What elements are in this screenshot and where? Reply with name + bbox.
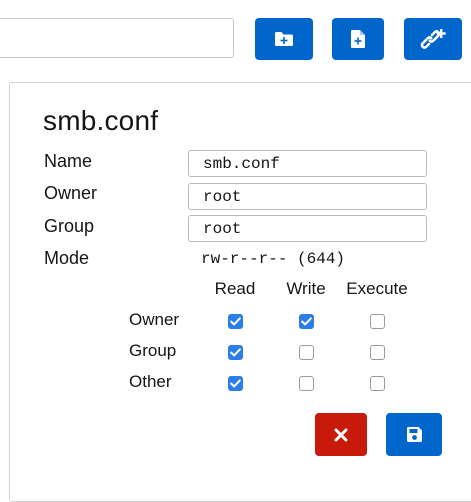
new-folder-button[interactable] bbox=[255, 18, 313, 60]
group-field[interactable] bbox=[188, 215, 427, 242]
other-write-checkbox[interactable] bbox=[298, 375, 314, 391]
check-icon bbox=[300, 316, 312, 325]
new-file-button[interactable] bbox=[332, 18, 384, 60]
row-label-group: Group bbox=[129, 341, 177, 360]
group-execute-checkbox[interactable] bbox=[369, 344, 385, 360]
mode-value: rw-r--r-- (644) bbox=[201, 250, 346, 268]
file-plus-icon bbox=[351, 30, 365, 48]
cancel-button[interactable] bbox=[315, 413, 367, 456]
check-icon bbox=[229, 316, 241, 325]
row-label-other: Other bbox=[129, 372, 172, 391]
save-button[interactable] bbox=[386, 413, 442, 456]
owner-execute-checkbox[interactable] bbox=[369, 313, 385, 329]
column-header-execute: Execute bbox=[346, 279, 408, 298]
owner-label: Owner bbox=[44, 183, 98, 203]
other-execute-checkbox[interactable] bbox=[369, 375, 385, 391]
row-label-owner: Owner bbox=[129, 310, 180, 329]
column-header-read: Read bbox=[214, 279, 256, 298]
check-icon bbox=[229, 347, 241, 356]
folder-plus-icon bbox=[275, 32, 293, 46]
owner-read-checkbox[interactable] bbox=[227, 313, 243, 329]
owner-field[interactable] bbox=[188, 183, 427, 210]
file-title: smb.conf bbox=[43, 105, 159, 136]
close-icon bbox=[334, 428, 348, 441]
name-label: Name bbox=[44, 151, 93, 171]
path-input[interactable] bbox=[0, 18, 234, 58]
group-read-checkbox[interactable] bbox=[227, 344, 243, 360]
new-link-button[interactable] bbox=[404, 18, 462, 60]
other-read-checkbox[interactable] bbox=[227, 375, 243, 391]
save-icon bbox=[406, 427, 422, 442]
group-write-checkbox[interactable] bbox=[298, 344, 314, 360]
owner-write-checkbox[interactable] bbox=[298, 313, 314, 329]
link-plus-icon bbox=[420, 29, 446, 49]
mode-label: Mode bbox=[44, 248, 90, 268]
column-header-write: Write bbox=[286, 279, 326, 298]
check-icon bbox=[229, 378, 241, 387]
name-field[interactable] bbox=[188, 150, 427, 177]
group-label: Group bbox=[44, 216, 95, 236]
